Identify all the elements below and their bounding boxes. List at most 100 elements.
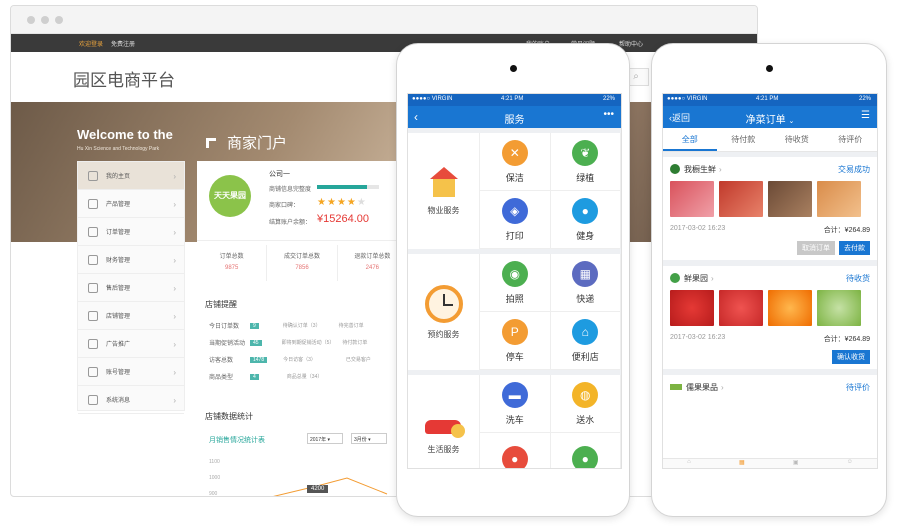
product-thumbs [670,181,870,217]
shop-name[interactable]: 鲜果园 [684,273,708,284]
orders-title-dropdown[interactable]: 净菜订单 ⌄ [663,111,877,126]
chevron-right-icon: › [173,312,176,321]
register-link[interactable]: 免费注册 [111,39,135,48]
product-image[interactable] [670,181,714,217]
product-image[interactable] [719,181,763,217]
sidebar-item-store[interactable]: 店铺管理 › [78,302,184,330]
y-tick: 1100 [209,459,220,465]
year-select[interactable]: 2017年 ▾ [307,433,343,444]
site-title: 园区电商平台 [73,71,175,90]
service-cleaning[interactable]: ✕ 保洁 [480,133,551,191]
service-photo[interactable]: ◉ 拍照 [480,254,551,312]
reminder-row[interactable]: 访客总数 1478 今日访客（3） 已交易客户 [209,351,409,368]
service-label: 快递 [576,293,595,304]
sidebar-item-account[interactable]: 账号管理 › [78,358,184,386]
service-carwash[interactable]: ▬ 洗车 [480,375,551,433]
orders-navbar: ‹返回 净菜订单 ⌄ ☰ [663,106,877,128]
service-store[interactable]: ⌂ 便利店 [550,312,621,370]
reminder-mid: 商品总量（34） [286,374,323,380]
order-card[interactable]: 儒果果品 › 待评价 [663,375,877,399]
order-card[interactable]: 鲜果园 › 待收货 2017-03-02 16:23 合计：¥264.89 确认收货 [663,266,877,375]
sidebar-item-ads[interactable]: 广告推广 › [78,330,184,358]
stat-value: 7856 [295,265,309,271]
list-icon[interactable]: ☰ [861,110,870,121]
service-parking[interactable]: P 停车 [480,312,551,370]
tab-pending-receipt[interactable]: 待收货 [770,128,824,151]
gift-tab-icon[interactable]: ▣ [793,459,799,468]
stat-label: 成交订单总数 [283,254,320,260]
service-water[interactable]: ◍ 送水 [550,375,621,433]
product-image[interactable] [670,290,714,326]
order-status: 待评价 [846,382,870,392]
more-icon[interactable]: ••• [603,109,614,120]
window-dot-minimize[interactable] [41,16,49,24]
home-icon [88,171,98,181]
stat-total-orders: 订单总数 9875 [197,245,268,281]
order-card[interactable]: 我橱生鲜 › 交易成功 2017-03-02 16:23 合计：¥264.89 取消订… [663,157,877,266]
help-link[interactable]: 帮助中心 [619,39,643,48]
category-tab-icon[interactable]: ▦ [739,459,745,468]
service-print[interactable]: ◈ 打印 [480,191,551,249]
reminder-right: 待付款订单 [342,340,368,346]
service-express[interactable]: ▦ 快递 [550,254,621,312]
group-label-life: 生活服务 [408,375,480,468]
confirm-receipt-button[interactable]: 确认收货 [832,350,870,364]
window-dot-close[interactable] [27,16,35,24]
service-item[interactable]: ● [551,433,621,468]
sidebar-item-orders[interactable]: 订单管理 › [78,218,184,246]
reminder-badge: 4 [250,373,259,380]
reminder-mid: 待确认订单（3） [282,323,321,329]
order-total: 合计：¥264.89 [823,227,870,234]
chevron-right-icon: › [719,164,722,174]
product-image[interactable] [768,290,812,326]
order-date: 2017-03-02 16:23 [670,225,726,232]
cancel-order-button[interactable]: 取消订单 [797,241,835,255]
order-card-header: 我橱生鲜 › 交易成功 [670,157,870,181]
tab-pending-payment[interactable]: 待付款 [717,128,771,151]
service-plants[interactable]: ❦ 绿植 [550,133,621,191]
sidebar-item-products[interactable]: 产品管理 › [78,190,184,218]
phone-services: ●●●●○ VIRGIN 4:21 PM 22% ‹ 服务 ••• 物业服务 ✕… [396,43,630,517]
reminder-row[interactable]: 当期促销活动 45 即将到期促销活动（5） 待付款订单 [209,334,409,351]
shop-name[interactable]: 儒果果品 [686,382,718,393]
product-image[interactable] [817,181,861,217]
star-icon: ★ [356,197,367,208]
shop-name[interactable]: 我橱生鲜 [684,164,716,175]
login-link[interactable]: 欢迎登录 [79,39,103,48]
tab-pending-review[interactable]: 待评价 [824,128,878,151]
sidebar-item-messages[interactable]: 系统消息 › [78,386,184,414]
stat-label: 订单总数 [219,254,244,260]
pay-button[interactable]: 去付款 [839,241,870,255]
chevron-right-icon: › [711,273,714,283]
service-fitness[interactable]: ● 健身 [550,191,621,249]
sidebar-item-finance[interactable]: 财务管理 › [78,246,184,274]
order-meta: 2017-03-02 16:23 合计：¥264.89 [670,225,870,235]
window-dot-maximize[interactable] [55,16,63,24]
portal-icon [206,138,216,148]
service-cells: ▬ 洗车 ◍ 送水 ● ● [480,375,621,468]
tab-all[interactable]: 全部 [663,128,717,151]
product-image[interactable] [817,290,861,326]
reminder-row[interactable]: 今日订单数 9 待确认订单（3） 待完善订单 [209,317,409,334]
service-label: 拍照 [505,293,524,304]
hero-welcome: Welcome to the [77,127,173,142]
product-image[interactable] [768,181,812,217]
site-topnav: 欢迎登录 免费注册 我的账户 常见问题 帮助中心 [11,34,757,52]
sidebar-item-label: 售后管理 [106,286,131,292]
battery: 22% [858,96,871,102]
chart-title: 月销售情况统计表 [209,437,265,444]
chevron-down-icon: ⌄ [788,118,795,125]
reminder-row[interactable]: 商品类型 4 商品总量（34） [209,368,409,385]
home-tab-icon[interactable]: ⌂ [687,459,691,468]
profile-tab-icon[interactable]: ☺ [847,459,853,468]
sidebar-item-home[interactable]: 我的主页 › [78,162,184,190]
sidebar-item-label: 系统消息 [106,398,131,404]
delivery-icon: ● [572,446,599,468]
service-label: 便利店 [571,351,599,362]
month-select[interactable]: 3月份 ▾ [351,433,387,444]
service-item[interactable]: ● [480,433,551,468]
order-actions: 取消订单 去付款 [670,241,870,260]
sidebar-item-aftersales[interactable]: 售后管理 › [78,274,184,302]
order-card-header: 儒果果品 › 待评价 [670,375,870,399]
product-image[interactable] [719,290,763,326]
